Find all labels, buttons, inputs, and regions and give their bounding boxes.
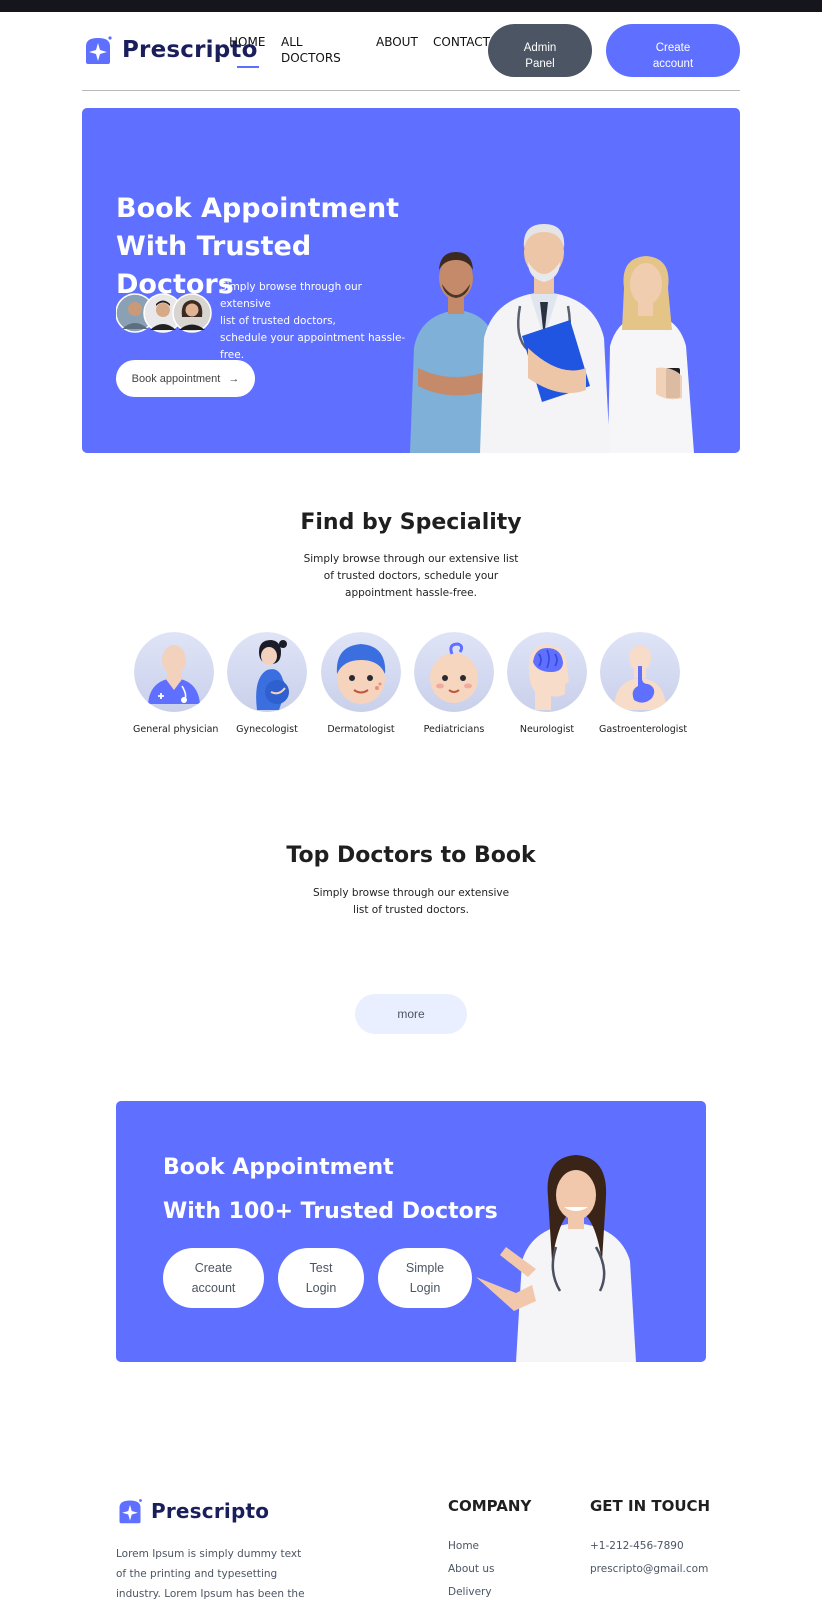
pediatricians-label: Pediatricians: [423, 724, 485, 735]
hero-desc-line4: free.: [220, 349, 245, 361]
hero-avatars-group: [116, 293, 212, 333]
gynecologist-label: Gynecologist: [236, 724, 298, 735]
top-doctors-desc-line2: list of trusted doctors.: [353, 904, 469, 916]
nav-all-doctors-line2: DOCTORS: [281, 51, 341, 65]
speciality-pediatricians[interactable]: Pediatricians: [413, 632, 495, 735]
nav-contact[interactable]: CONTACT: [433, 34, 490, 50]
arrow-right-icon: →: [228, 372, 240, 385]
hero-desc-line2: list of trusted doctors,: [220, 315, 336, 327]
banner-create-line1: Create: [194, 1261, 233, 1275]
speciality-description: Simply browse through our extensive list…: [290, 551, 532, 602]
banner-title-line2: With 100+ Trusted Doctors: [163, 1199, 498, 1224]
nav-all-doctors-line1: ALL: [281, 35, 303, 49]
banner-test-line2: Login: [305, 1281, 337, 1295]
footer-logo-text: Prescripto: [151, 1499, 270, 1523]
footer-desc-line2: of the printing and typesetting: [116, 1568, 278, 1580]
footer-email: prescripto@gmail.com: [590, 1563, 709, 1575]
general-physician-label: General physician: [133, 724, 219, 735]
speciality-desc-line1: Simply browse through our extensive list: [303, 553, 519, 565]
hero-title-line1: Book Appointment: [116, 193, 400, 224]
speciality-gynecologist[interactable]: Gynecologist: [226, 632, 308, 735]
admin-panel-line1: Admin: [523, 41, 557, 54]
footer-company-heading: COMPANY: [448, 1497, 532, 1515]
banner-create-line2: account: [191, 1281, 236, 1295]
speciality-gastroenterologist[interactable]: Gastroenterologist: [599, 632, 688, 735]
footer-contact-heading: GET IN TOUCH: [590, 1497, 711, 1515]
nav-divider: [82, 90, 740, 91]
cta-banner: Book Appointment With 100+ Trusted Docto…: [116, 1101, 706, 1362]
gastroenterologist-label: Gastroenterologist: [599, 724, 688, 735]
footer-desc-line3: industry. Lorem Ipsum has been the: [116, 1588, 305, 1600]
speciality-general-physician[interactable]: General physician: [133, 632, 219, 735]
footer-desc-line1: Lorem Ipsum is simply dummy text: [116, 1548, 302, 1560]
nav-about[interactable]: ABOUT: [376, 34, 418, 50]
admin-panel-line2: Panel: [525, 57, 555, 70]
top-doctors-title: Top Doctors to Book: [286, 843, 536, 868]
speciality-title: Find by Speciality: [300, 510, 522, 535]
logo-icon: [86, 36, 112, 64]
pediatricians-icon: [414, 632, 494, 712]
banner-simple-line2: Login: [409, 1281, 441, 1295]
neurologist-label: Neurologist: [519, 724, 575, 735]
dermatologist-label: Dermatologist: [327, 724, 395, 735]
hero-doctors-image: [410, 224, 694, 453]
banner-create-account-button[interactable]: Create account: [163, 1248, 264, 1308]
nav-active-indicator: [237, 66, 259, 68]
footer-logo[interactable]: Prescripto: [116, 1497, 269, 1525]
doctor-senior-figure: [480, 224, 610, 453]
hero-desc-line3: schedule your appointment hassle-: [220, 332, 406, 344]
banner-simple-login-button[interactable]: Simple Login: [378, 1248, 472, 1308]
speciality-dermatologist[interactable]: Dermatologist: [320, 632, 402, 735]
avatar-3: [172, 293, 212, 333]
nav-all-doctors[interactable]: ALL DOCTORS: [281, 34, 341, 66]
top-doctors-description: Simply browse through our extensive list…: [300, 885, 522, 919]
neurologist-icon: [507, 632, 587, 712]
navbar: Prescripto HOME ALL DOCTORS ABOUT CONTAC…: [0, 12, 822, 92]
book-appointment-button[interactable]: Book appointment →: [116, 360, 255, 397]
hero-description: Simply browse through our extensive list…: [220, 279, 415, 364]
footer-logo-icon: [119, 1499, 142, 1524]
speciality-neurologist[interactable]: Neurologist: [506, 632, 588, 735]
create-account-button[interactable]: Create account: [606, 24, 740, 77]
top-doctors-desc-line1: Simply browse through our extensive: [312, 887, 510, 899]
banner-test-login-button[interactable]: Test Login: [278, 1248, 364, 1308]
banner-title-line1: Book Appointment: [163, 1155, 394, 1180]
footer-link-home[interactable]: Home: [448, 1540, 479, 1552]
dermatologist-icon: [321, 632, 401, 712]
banner-doctor-image: [476, 1155, 636, 1362]
create-account-line1: Create: [655, 41, 691, 54]
banner-test-line1: Test: [309, 1261, 333, 1275]
create-account-line2: account: [652, 57, 694, 70]
hero-banner: Book Appointment With Trusted Doctors Si…: [82, 108, 740, 453]
general-physician-icon: [134, 632, 214, 712]
admin-panel-button[interactable]: Admin Panel: [488, 24, 592, 77]
gastroenterologist-icon: [600, 632, 680, 712]
doctor-woman-figure: [608, 256, 694, 453]
footer-description: Lorem Ipsum is simply dummy text of the …: [116, 1544, 306, 1600]
footer-link-about[interactable]: About us: [448, 1563, 495, 1575]
footer-link-delivery[interactable]: Delivery: [448, 1586, 492, 1598]
more-button[interactable]: more: [355, 994, 467, 1034]
speciality-desc-line2: of trusted doctors, schedule your: [323, 570, 499, 582]
gynecologist-icon: [227, 632, 307, 712]
footer-phone: +1-212-456-7890: [590, 1540, 684, 1552]
browser-top-strip: [0, 0, 822, 12]
nav-home[interactable]: HOME: [229, 34, 265, 50]
speciality-desc-line3: appointment hassle-free.: [345, 587, 477, 599]
hero-desc-line1: Simply browse through our extensive: [220, 281, 362, 310]
book-appointment-label: Book appointment: [131, 372, 221, 385]
banner-simple-line1: Simple: [405, 1261, 445, 1275]
